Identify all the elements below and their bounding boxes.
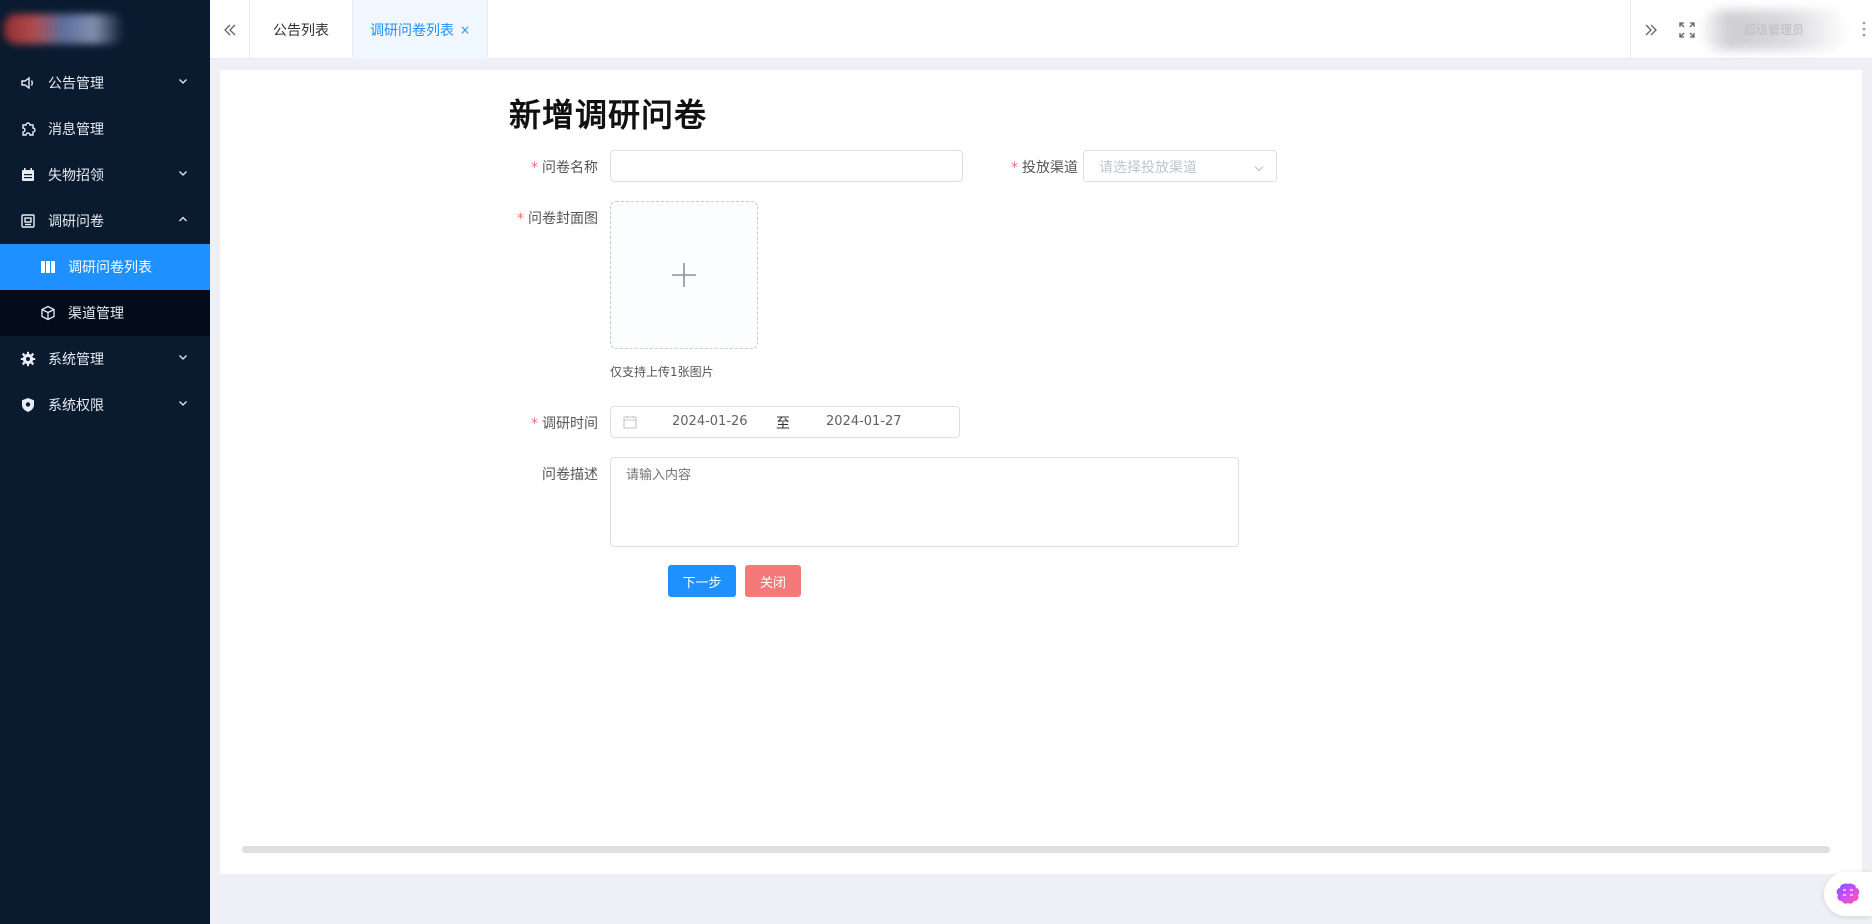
top-bar: 公告列表 调研问卷列表 × 超级管理员 [210, 0, 1872, 59]
date-range-picker[interactable]: 2024-01-26 至 2024-01-27 [610, 406, 960, 438]
close-button[interactable]: 关闭 [745, 565, 801, 597]
chevron-up-icon [179, 216, 187, 222]
sidebar-item-label: 调研问卷 [48, 214, 104, 230]
chevron-down-icon [179, 171, 187, 176]
double-chevron-left-icon [223, 24, 235, 35]
next-step-button[interactable]: 下一步 [668, 565, 736, 597]
fullscreen-icon[interactable] [1679, 22, 1695, 38]
gear-icon [20, 351, 36, 367]
description-label: 问卷描述 [542, 467, 598, 483]
survey-submenu: 调研问卷列表 渠道管理 [0, 244, 210, 336]
header-right: 超级管理员 [1630, 0, 1872, 59]
tab-label: 公告列表 [273, 22, 329, 39]
sidebar-item-label: 调研问卷列表 [68, 260, 152, 276]
sidebar-item-channel[interactable]: 渠道管理 [0, 290, 210, 336]
sidebar-item-lost-found[interactable]: 失物招领 [0, 152, 210, 198]
cube-icon [40, 305, 56, 321]
channel-select[interactable]: 请选择投放渠道 [1083, 150, 1277, 182]
upload-tip: 仅支持上传1张图片 [610, 365, 714, 379]
channel-placeholder: 请选择投放渠道 [1099, 160, 1197, 176]
tab-label: 调研问卷列表 [369, 22, 454, 39]
sidebar-item-label: 系统管理 [48, 352, 104, 368]
sidebar-menu: 公告管理 消息管理 失物招领 调研问卷 调研问卷列表 渠道管理 系统管理 系统权… [0, 60, 210, 428]
chevron-down-icon [179, 401, 187, 406]
sidebar-item-system[interactable]: 系统管理 [0, 336, 210, 382]
page-title: 新增调研问卷 [509, 96, 708, 134]
sidebar-item-label: 系统权限 [48, 398, 104, 414]
puzzle-icon [20, 121, 36, 137]
calendar-icon [20, 167, 36, 183]
survey-icon [20, 213, 36, 229]
cover-label: * 问卷封面图 [517, 211, 598, 227]
tab-announcement-list[interactable]: 公告列表 [250, 0, 353, 59]
username[interactable]: 超级管理员 [1744, 21, 1804, 38]
chevron-down-icon [1254, 166, 1264, 172]
form-card: 新增调研问卷 * 问卷名称 * 投放渠道 请选择投放渠道 * 问卷封面图 仅支持上传1… [220, 70, 1862, 874]
survey-name-input[interactable] [610, 150, 963, 182]
speaker-icon [20, 75, 36, 91]
brain-icon [1836, 883, 1860, 904]
shield-icon [20, 397, 36, 413]
date-separator: 至 [776, 416, 790, 432]
close-icon[interactable]: × [460, 23, 470, 37]
chevron-down-icon [179, 355, 187, 360]
description-textarea[interactable] [610, 457, 1239, 547]
more-vertical-icon[interactable] [1862, 20, 1866, 38]
app-logo[interactable] [0, 0, 210, 60]
double-chevron-right-icon [1645, 24, 1657, 35]
calendar-icon [623, 416, 637, 429]
date-end[interactable]: 2024-01-27 [826, 414, 902, 429]
tab-survey-list[interactable]: 调研问卷列表 × [353, 0, 488, 59]
expand-tabs-button[interactable] [1631, 0, 1671, 59]
collapse-tabs-button[interactable] [210, 0, 250, 59]
sidebar-item-survey-list[interactable]: 调研问卷列表 [0, 244, 210, 290]
sidebar-item-survey[interactable]: 调研问卷 [0, 198, 210, 244]
sidebar-item-announcements[interactable]: 公告管理 [0, 60, 210, 106]
date-start[interactable]: 2024-01-26 [672, 414, 748, 429]
sidebar-item-label: 消息管理 [48, 122, 104, 138]
sidebar-item-permissions[interactable]: 系统权限 [0, 382, 210, 428]
plus-icon [672, 263, 696, 287]
sidebar-item-messages[interactable]: 消息管理 [0, 106, 210, 152]
horizontal-scrollbar[interactable] [242, 846, 1830, 853]
sidebar-item-label: 公告管理 [48, 76, 104, 92]
chevron-down-icon [179, 79, 187, 84]
grid-columns-icon [40, 259, 56, 275]
survey-time-label: * 调研时间 [531, 416, 598, 432]
sidebar-item-label: 渠道管理 [68, 306, 124, 322]
sidebar-item-label: 失物招领 [48, 168, 104, 184]
assistant-float-button[interactable] [1824, 872, 1872, 916]
channel-label: * 投放渠道 [1011, 160, 1078, 176]
sidebar: 公告管理 消息管理 失物招领 调研问卷 调研问卷列表 渠道管理 系统管理 系统权… [0, 0, 210, 924]
survey-name-label: * 问卷名称 [531, 160, 598, 176]
cover-upload[interactable] [610, 201, 758, 349]
